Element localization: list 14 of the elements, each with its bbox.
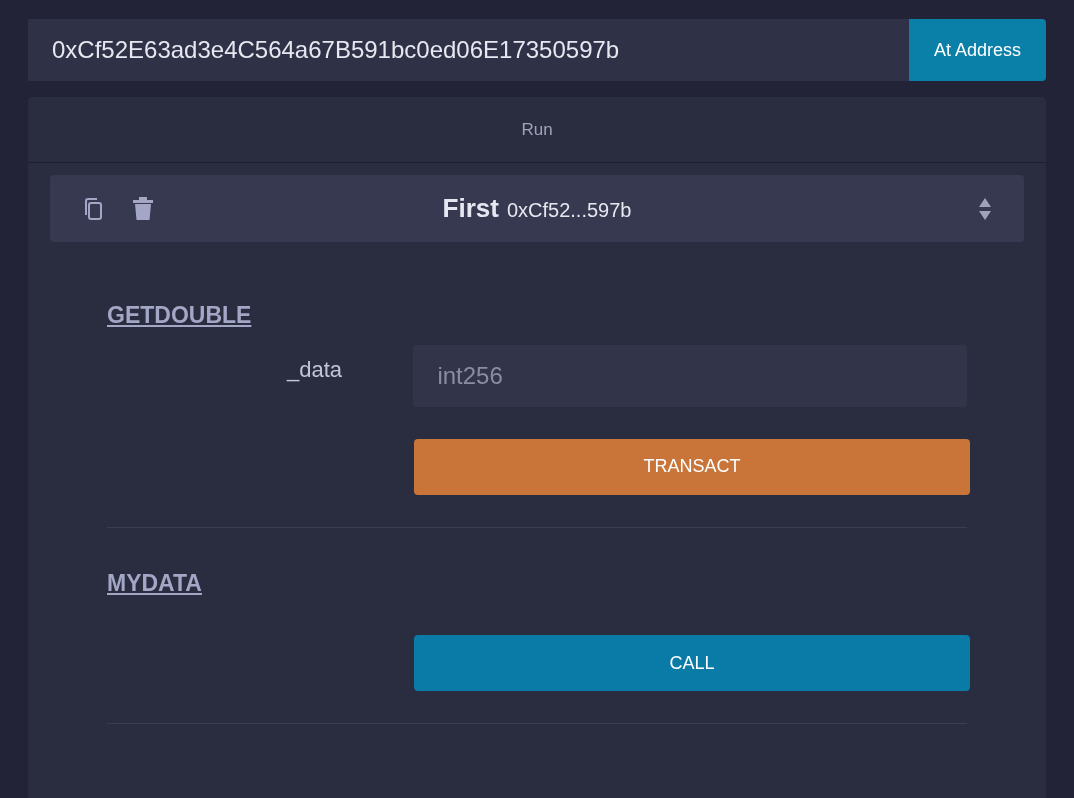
sort-icon[interactable]: [978, 196, 992, 221]
call-button[interactable]: CALL: [414, 635, 970, 691]
instance-name: First: [442, 192, 499, 225]
panel-title: Run: [521, 118, 553, 141]
function-name: MYDATA: [107, 568, 202, 598]
transact-button[interactable]: TRANSACT: [414, 438, 970, 495]
instance-address: 0xCf52...597b: [506, 198, 632, 223]
at-address-button[interactable]: At Address: [909, 19, 1046, 81]
parameter-label: _data: [285, 355, 344, 384]
address-field[interactable]: 0xCf52E63ad3e4C564a67B591bc0ed06E17350597b: [28, 19, 909, 81]
copy-icon[interactable]: [82, 196, 104, 221]
parameter-field[interactable]: int256: [413, 344, 967, 407]
trash-icon[interactable]: [132, 196, 154, 221]
function-name: GETDOUBLE: [107, 301, 252, 330]
